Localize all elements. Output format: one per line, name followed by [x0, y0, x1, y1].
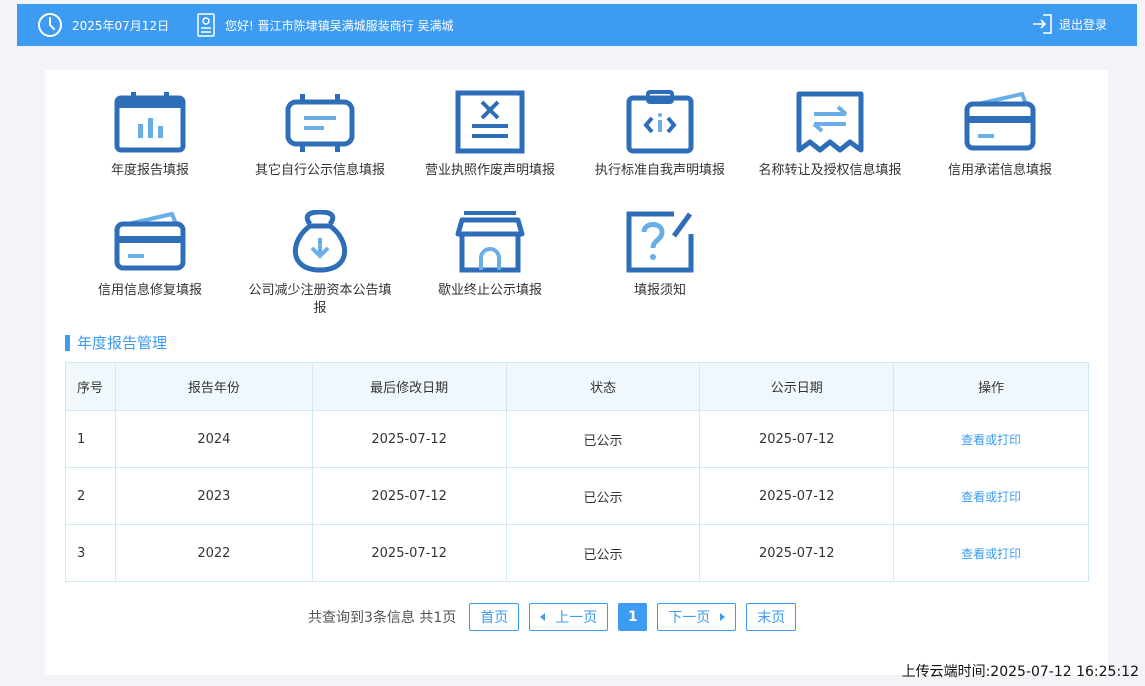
cancel-document-icon [455, 90, 525, 154]
money-bag-icon [293, 210, 347, 273]
tile-label: 信用承诺信息填报 [947, 163, 1052, 178]
published-date: 2025-07-12 [699, 467, 895, 525]
upload-time-text: 上传云端时间:2025-07-12 16:25:12 [901, 664, 1139, 680]
last-page-label: 末页 [757, 610, 786, 626]
published-date: 2025-07-12 [699, 524, 895, 582]
logout-label: 退出登录 [1058, 17, 1107, 32]
tile-label: 其它自行公示信息填报 [254, 163, 385, 178]
tile-label: 名称转让及授权信息填报 [758, 163, 902, 178]
current-date: 2025年07月12日 [72, 19, 170, 33]
column-header: 报告年份 [114, 362, 313, 411]
current-page-button[interactable]: 1 [618, 603, 648, 631]
store-icon [455, 211, 525, 273]
tile-label: 年度报告填报 [110, 163, 189, 178]
published-date: 2025-07-12 [699, 410, 895, 468]
status: 已公示 [505, 524, 701, 582]
column-header: 最后修改日期 [311, 362, 507, 411]
tile-label: 歇业终止公示填报 [437, 283, 542, 298]
report-year: 2024 [114, 410, 313, 468]
card-repair-icon [114, 211, 186, 271]
section-title-text: 年度报告管理 [77, 334, 168, 352]
status: 已公示 [505, 467, 701, 525]
report-year: 2022 [114, 524, 313, 582]
tile-business-termination[interactable]: 歇业终止公示填报 [405, 210, 575, 300]
section-marker [65, 334, 70, 351]
tile-standard-declaration[interactable]: 执行标准自我声明填报 [575, 90, 745, 180]
current-page-number: 1 [627, 609, 638, 625]
tile-label: 填报须知 [633, 283, 686, 298]
tile-label: 执行标准自我声明填报 [594, 163, 725, 178]
main-panel: 年度报告填报 其它自行公示信息填报 营业执照作废声明填报 执行标准自我声明填报 … [45, 70, 1108, 675]
view-print-link[interactable]: 查看或打印 [961, 547, 1021, 561]
modified-date: 2025-07-12 [311, 467, 507, 525]
first-page-label: 首页 [480, 610, 509, 626]
pagination: 共查询到3条信息 共1页 首页 上一页 1 下一页 末页 [308, 603, 801, 631]
id-card-icon [197, 13, 215, 37]
tile-capital-reduction[interactable]: 公司减少注册资本公告填报 [235, 210, 405, 318]
last-page-button[interactable]: 末页 [746, 603, 797, 631]
table-row: 1 2024 2025-07-12 已公示 2025-07-12 查看或打印 [65, 410, 1089, 468]
column-header: 操作 [893, 362, 1089, 411]
tile-filing-notes[interactable]: 填报须知 [575, 210, 745, 300]
report-year: 2023 [114, 467, 313, 525]
logout-button[interactable]: 退出登录 [1031, 14, 1107, 34]
tile-annual-report[interactable]: 年度报告填报 [65, 90, 235, 180]
tile-license-void[interactable]: 营业执照作废声明填报 [405, 90, 575, 180]
calendar-chart-icon [114, 92, 186, 153]
tile-name-transfer[interactable]: 名称转让及授权信息填报 [745, 90, 915, 180]
tile-credit-repair[interactable]: 信用信息修复填报 [65, 210, 235, 300]
chevron-right-icon [720, 613, 726, 621]
row-index: 2 [65, 467, 116, 525]
annual-report-table: 序号 报告年份 最后修改日期 状态 公示日期 操作 1 2024 2025-07… [65, 362, 1089, 582]
message-board-icon [285, 94, 355, 152]
top-header-bar: 2025年07月12日 您好! 晋江市陈埭镇吴满城服装商行 吴满城 退出登录 [17, 4, 1137, 46]
prev-page-label: 上一页 [555, 610, 598, 626]
section-title: 年度报告管理 [65, 332, 167, 353]
row-index: 1 [65, 410, 116, 468]
table-header-row: 序号 报告年份 最后修改日期 状态 公示日期 操作 [65, 362, 1089, 411]
tile-label: 公司减少注册资本公告填报 [248, 283, 392, 316]
tile-label: 营业执照作废声明填报 [424, 163, 555, 178]
prev-page-button[interactable]: 上一页 [529, 603, 609, 631]
pagination-info: 共查询到3条信息 共1页 [308, 610, 457, 626]
clock-icon [38, 13, 62, 37]
column-header: 公示日期 [699, 362, 895, 411]
next-page-button[interactable]: 下一页 [657, 603, 737, 631]
modified-date: 2025-07-12 [311, 410, 507, 468]
tile-label: 信用信息修复填报 [97, 283, 202, 298]
tile-other-disclosure[interactable]: 其它自行公示信息填报 [235, 90, 405, 180]
table-row: 3 2022 2025-07-12 已公示 2025-07-12 查看或打印 [65, 524, 1089, 582]
tile-credit-commitment[interactable]: 信用承诺信息填报 [915, 90, 1085, 180]
view-print-link[interactable]: 查看或打印 [961, 490, 1021, 504]
greeting-text: 您好! 晋江市陈埭镇吴满城服装商行 吴满城 [225, 19, 454, 33]
column-header: 序号 [65, 362, 116, 411]
logout-icon [1032, 14, 1052, 34]
table-row: 2 2023 2025-07-12 已公示 2025-07-12 查看或打印 [65, 467, 1089, 525]
view-print-link[interactable]: 查看或打印 [961, 433, 1021, 447]
transfer-receipt-icon [796, 91, 864, 153]
column-header: 状态 [505, 362, 701, 411]
next-page-label: 下一页 [668, 610, 711, 626]
clipboard-code-icon [626, 90, 694, 154]
chevron-left-icon [540, 613, 546, 621]
modified-date: 2025-07-12 [311, 524, 507, 582]
status: 已公示 [505, 410, 701, 468]
card-icon [964, 91, 1036, 151]
question-board-icon [626, 211, 694, 273]
row-index: 3 [65, 524, 116, 582]
first-page-button[interactable]: 首页 [469, 603, 520, 631]
